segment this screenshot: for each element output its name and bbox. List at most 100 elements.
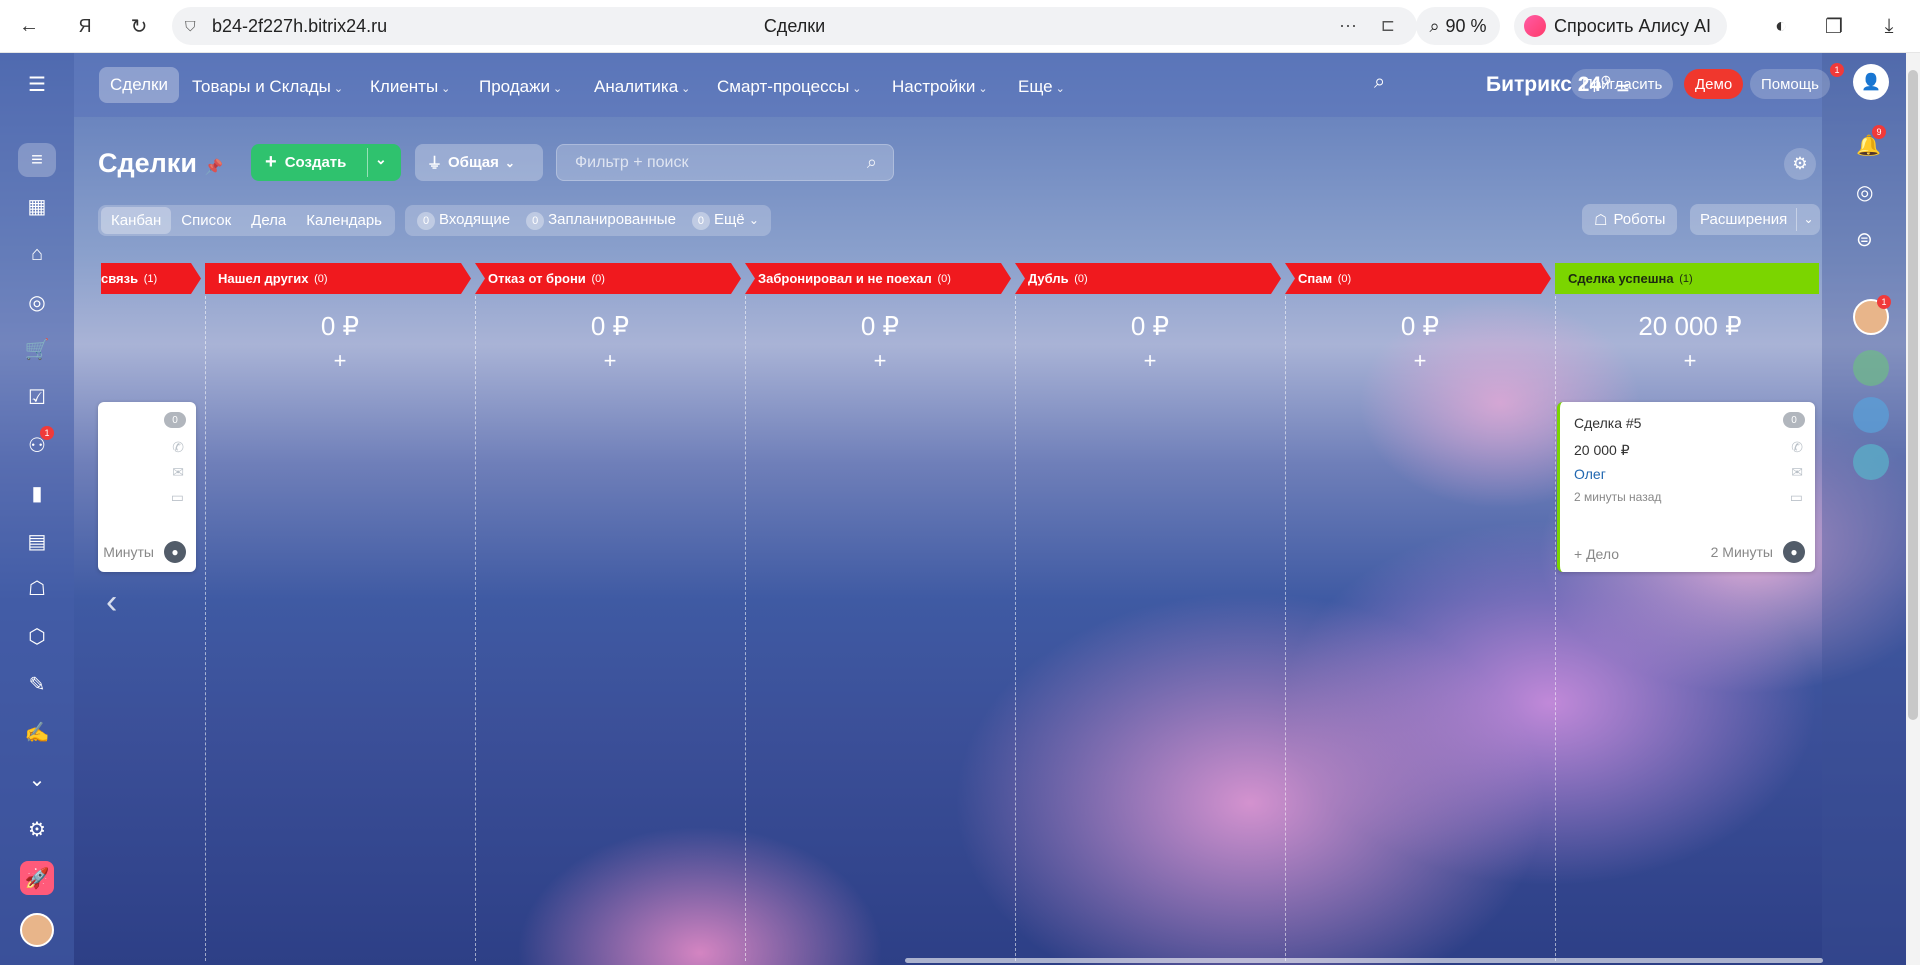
menu-sales[interactable]: Продажи ⌄ xyxy=(479,77,562,97)
mail-icon[interactable]: ✉ xyxy=(1791,464,1803,481)
chat-icon[interactable]: ▭ xyxy=(1790,489,1803,506)
bookmark-icon[interactable]: ⊏ xyxy=(1381,16,1395,36)
back-icon[interactable]: ← xyxy=(12,9,46,43)
chevron-down-icon[interactable]: ⌄ xyxy=(18,762,56,796)
stage-header[interactable]: Дубль (0) xyxy=(1015,263,1281,294)
settings-icon[interactable]: ⚙ xyxy=(18,812,56,846)
target-icon[interactable]: ◎ xyxy=(18,285,56,319)
download-icon[interactable]: ⤓ xyxy=(1872,9,1906,43)
profile-icon[interactable]: 👤 xyxy=(1853,64,1889,100)
robots-button[interactable]: ☖ Роботы xyxy=(1582,204,1678,235)
sign-icon[interactable]: ✍ xyxy=(18,715,56,749)
app-icon-2[interactable] xyxy=(1853,397,1889,433)
add-deal-plus[interactable]: + xyxy=(745,348,1015,374)
user-avatar[interactable]: ● xyxy=(1783,541,1805,563)
stage-header[interactable]: Забронировал и не поехал (0) xyxy=(745,263,1011,294)
stage-header[interactable]: связь (1) xyxy=(101,263,201,294)
deal-title[interactable]: Сделка #5 xyxy=(1574,415,1641,431)
crm-icon[interactable]: ≡ xyxy=(18,143,56,177)
alice-button[interactable]: Спросить Алису AI xyxy=(1514,7,1727,45)
app-icon-1[interactable] xyxy=(1853,350,1889,386)
add-deal-plus[interactable]: + xyxy=(1285,348,1555,374)
phone-icon[interactable]: ✆ xyxy=(172,439,184,456)
tasks-icon[interactable]: ☑ xyxy=(18,380,56,414)
user-avatar[interactable] xyxy=(20,913,54,947)
stage-header[interactable]: Сделка успешна (1) xyxy=(1555,263,1819,294)
menu-settings[interactable]: Настройки ⌄ xyxy=(892,77,988,97)
search-input[interactable]: Фильтр + поиск ⌕ xyxy=(556,144,894,181)
view-kanban[interactable]: Канбан xyxy=(101,207,172,234)
counter-more[interactable]: 0 Ещё ⌄ xyxy=(691,211,759,230)
user-avatar[interactable]: ● xyxy=(164,541,186,563)
invite-button[interactable]: Пригласить xyxy=(1571,69,1674,99)
help-button[interactable]: Помощь 1 xyxy=(1750,63,1844,99)
phone-icon[interactable]: ✆ xyxy=(1791,439,1803,456)
calendar-icon[interactable]: ▦ xyxy=(18,189,56,223)
menu-deals[interactable]: Сделки xyxy=(99,67,179,103)
view-activities[interactable]: Дела xyxy=(241,207,296,234)
chevron-down-icon: ⌄ xyxy=(978,83,988,95)
collections-icon[interactable]: ❐ xyxy=(1817,9,1851,43)
more-icon[interactable]: ⋯ xyxy=(1339,16,1357,37)
view-list[interactable]: Список xyxy=(171,207,241,234)
menu-smart-processes[interactable]: Смарт-процессы ⌄ xyxy=(717,77,862,97)
rocket-icon[interactable]: 🚀 xyxy=(20,861,54,895)
stage-header[interactable]: Отказ от брони (0) xyxy=(475,263,741,294)
analytics-icon[interactable]: ▮ xyxy=(18,476,56,510)
vpn-icon[interactable]: ◐ xyxy=(1764,9,1798,43)
stage-header[interactable]: Нашел других (0) xyxy=(205,263,471,294)
menu-icon[interactable]: ☰ xyxy=(18,67,56,101)
deal-client[interactable]: Олег xyxy=(1574,466,1606,482)
automation-icon[interactable]: ⚇ 1 xyxy=(18,426,56,462)
robot-icon[interactable]: ☖ xyxy=(18,571,56,605)
add-deal-plus[interactable]: + xyxy=(205,348,475,374)
deal-card[interactable]: Сделка #5 0 20 000 ₽ Олег 2 минуты назад… xyxy=(1557,402,1815,572)
pin-icon[interactable]: 📌 xyxy=(204,159,223,176)
menu-more[interactable]: Еще ⌄ xyxy=(1018,77,1065,97)
extensions-button[interactable]: Расширения ⌄ xyxy=(1690,204,1820,235)
documents-icon[interactable]: ✎ xyxy=(18,667,56,701)
contact-avatar[interactable]: 1 xyxy=(1853,295,1891,335)
box-icon[interactable]: ⬡ xyxy=(18,619,56,653)
counter-incoming[interactable]: 0 Входящие xyxy=(417,211,510,230)
warehouse-icon[interactable]: ⌂ xyxy=(18,237,56,271)
column-sum: 0 ₽ xyxy=(860,311,900,341)
reload-icon[interactable]: ↻ xyxy=(122,9,156,43)
yandex-icon[interactable]: Я xyxy=(68,9,102,43)
chevron-down-icon[interactable]: ⌄ xyxy=(1796,208,1820,231)
spiral-icon[interactable]: ◎ xyxy=(1856,180,1873,205)
settings-icon[interactable]: ⚙ xyxy=(1784,148,1816,180)
address-bar[interactable]: ⛉ b24-2f227h.bitrix24.ru Сделки ⋯ ⊏ xyxy=(172,7,1417,45)
cart-icon[interactable]: 🛒 xyxy=(18,332,56,366)
zoom-indicator[interactable]: ⌕ 90 % xyxy=(1416,7,1500,45)
horizontal-scrollbar[interactable] xyxy=(905,958,1823,963)
chat-icon[interactable]: ⊜ xyxy=(1856,227,1873,252)
plus-icon: + xyxy=(265,151,277,173)
search-icon[interactable]: ⌕ xyxy=(867,152,877,173)
contacts-icon[interactable]: ▤ xyxy=(18,524,56,558)
stage-header[interactable]: Спам (0) xyxy=(1285,263,1551,294)
add-deal-plus[interactable]: + xyxy=(475,348,745,374)
chevron-down-icon[interactable]: ⌄ xyxy=(375,151,387,168)
notifications-badge: 9 xyxy=(1872,125,1886,139)
menu-clients[interactable]: Клиенты ⌄ xyxy=(370,77,450,97)
bitrix-page: ☰ ≡ ▦ ⌂ ◎ 🛒 ☑ ⚇ 1 ▮ ▤ ☖ ⬡ ✎ ✍ ⌄ ⚙ 🚀 👤 🔔 … xyxy=(0,53,1920,965)
demo-button[interactable]: Демо xyxy=(1684,69,1744,99)
page-scrollbar[interactable] xyxy=(1908,70,1918,720)
add-activity-link[interactable]: + Дело xyxy=(1574,546,1619,562)
menu-goods[interactable]: Товары и Склады ⌄ xyxy=(192,77,343,97)
app-icon-3[interactable] xyxy=(1853,444,1889,480)
search-icon[interactable]: ⌕ xyxy=(1374,71,1385,94)
counter-planned[interactable]: 0 Запланированные xyxy=(526,211,676,230)
menu-analytics[interactable]: Аналитика ⌄ xyxy=(594,77,690,97)
bell-icon[interactable]: 🔔 9 xyxy=(1856,125,1886,158)
mail-icon[interactable]: ✉ xyxy=(172,464,184,481)
create-button[interactable]: + Создать ⌄ xyxy=(251,144,401,181)
add-deal-plus[interactable]: + xyxy=(1555,348,1825,374)
view-calendar[interactable]: Календарь xyxy=(296,207,392,234)
add-deal-plus[interactable]: + xyxy=(1015,348,1285,374)
chevron-left-icon[interactable]: ‹ xyxy=(106,583,117,622)
chat-icon[interactable]: ▭ xyxy=(171,489,184,506)
deal-card-partial[interactable]: 0 ✆ ✉ ▭ Минуты ● xyxy=(98,402,196,572)
category-select[interactable]: ⏚ Общая ⌄ xyxy=(415,144,543,181)
